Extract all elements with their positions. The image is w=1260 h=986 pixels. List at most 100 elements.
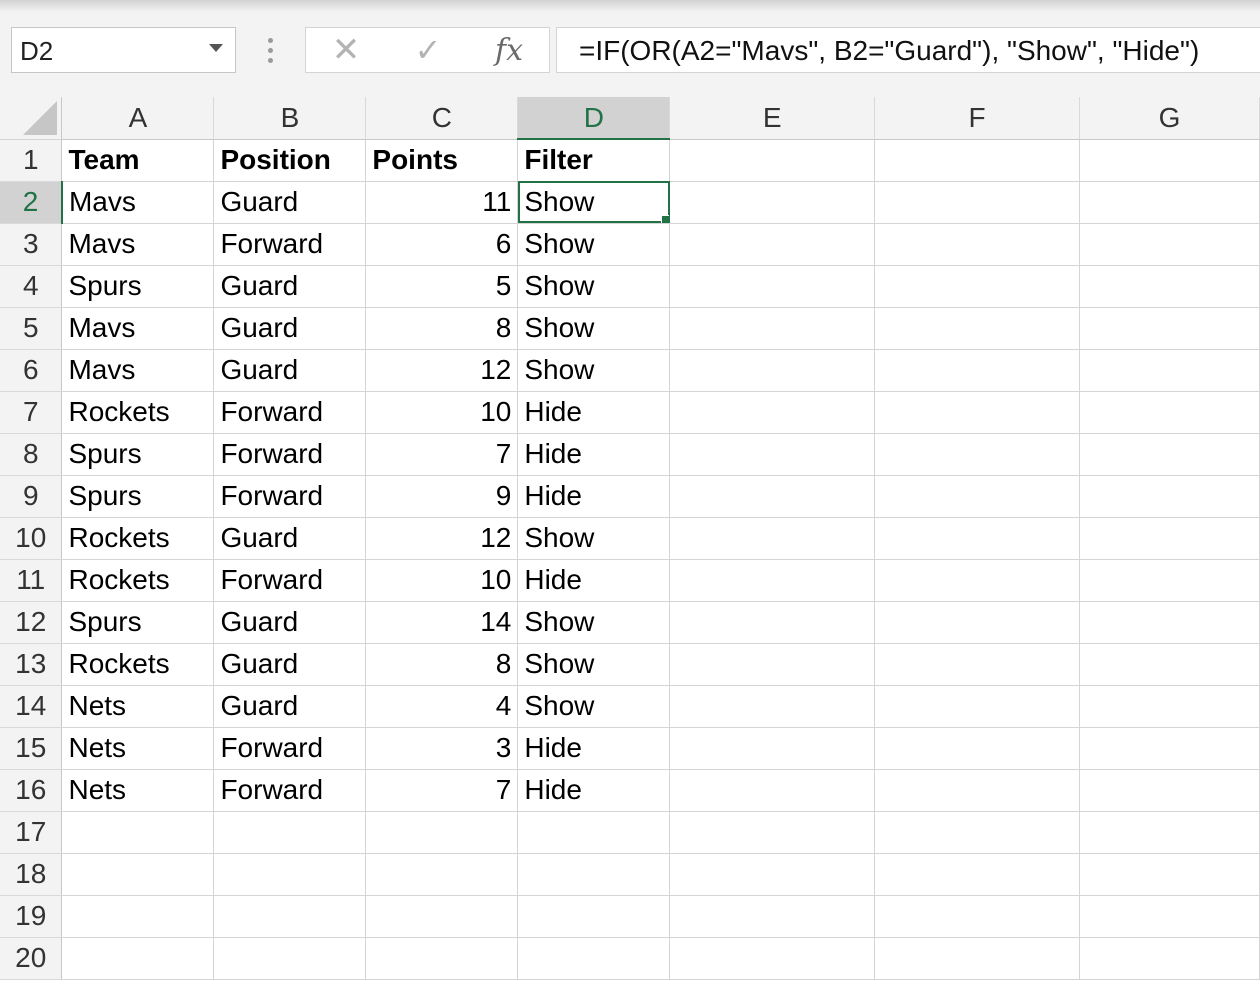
cell-b4[interactable]: Guard (213, 265, 367, 308)
cell-c11[interactable]: 10 (365, 559, 519, 602)
cell-d4[interactable]: Show (517, 265, 671, 308)
cell-g18[interactable] (1079, 853, 1260, 896)
row-header-8[interactable]: 8 (0, 433, 63, 476)
cell-e14[interactable] (669, 685, 876, 728)
cell-c5[interactable]: 8 (365, 307, 519, 350)
cell-d10[interactable]: Show (517, 517, 671, 560)
cell-e8[interactable] (669, 433, 876, 476)
row-header-17[interactable]: 17 (0, 811, 63, 854)
cell-e9[interactable] (669, 475, 876, 518)
row-header-2[interactable]: 2 (0, 181, 63, 224)
cell-b6[interactable]: Guard (213, 349, 367, 392)
cell-c12[interactable]: 14 (365, 601, 519, 644)
chevron-down-icon[interactable] (209, 44, 223, 52)
cell-e6[interactable] (669, 349, 876, 392)
row-header-19[interactable]: 19 (0, 895, 63, 938)
cell-e11[interactable] (669, 559, 876, 602)
row-header-11[interactable]: 11 (0, 559, 63, 602)
cell-d16[interactable]: Hide (517, 769, 671, 812)
cell-b9[interactable]: Forward (213, 475, 367, 518)
cell-f8[interactable] (874, 433, 1081, 476)
row-header-7[interactable]: 7 (0, 391, 63, 434)
cell-f12[interactable] (874, 601, 1081, 644)
cell-d9[interactable]: Hide (517, 475, 671, 518)
cell-a20[interactable] (61, 937, 215, 980)
cell-e12[interactable] (669, 601, 876, 644)
cell-e20[interactable] (669, 937, 876, 980)
row-header-9[interactable]: 9 (0, 475, 63, 518)
cell-f5[interactable] (874, 307, 1081, 350)
cell-e5[interactable] (669, 307, 876, 350)
column-header-b[interactable]: B (213, 97, 367, 140)
cell-d13[interactable]: Show (517, 643, 671, 686)
cell-g19[interactable] (1079, 895, 1260, 938)
cell-g6[interactable] (1079, 349, 1260, 392)
cell-d15[interactable]: Hide (517, 727, 671, 770)
cell-b12[interactable]: Guard (213, 601, 367, 644)
cell-f3[interactable] (874, 223, 1081, 266)
cell-c7[interactable]: 10 (365, 391, 519, 434)
cell-b3[interactable]: Forward (213, 223, 367, 266)
cell-d8[interactable]: Hide (517, 433, 671, 476)
cell-a10[interactable]: Rockets (61, 517, 215, 560)
cell-b18[interactable] (213, 853, 367, 896)
cancel-x-icon[interactable]: ✕ (326, 31, 366, 69)
cell-f6[interactable] (874, 349, 1081, 392)
cell-g12[interactable] (1079, 601, 1260, 644)
cell-d5[interactable]: Show (517, 307, 671, 350)
cell-e16[interactable] (669, 769, 876, 812)
row-header-12[interactable]: 12 (0, 601, 63, 644)
cell-e1[interactable] (669, 139, 876, 182)
row-header-15[interactable]: 15 (0, 727, 63, 770)
cell-a18[interactable] (61, 853, 215, 896)
row-header-3[interactable]: 3 (0, 223, 63, 266)
cell-g11[interactable] (1079, 559, 1260, 602)
cell-b20[interactable] (213, 937, 367, 980)
cell-g5[interactable] (1079, 307, 1260, 350)
cell-e4[interactable] (669, 265, 876, 308)
cell-f17[interactable] (874, 811, 1081, 854)
cell-b2[interactable]: Guard (213, 181, 367, 224)
cell-g7[interactable] (1079, 391, 1260, 434)
cell-a1[interactable]: Team (61, 139, 215, 182)
name-box[interactable]: D2 (11, 27, 236, 73)
column-header-e[interactable]: E (669, 97, 876, 140)
cell-g4[interactable] (1079, 265, 1260, 308)
row-header-6[interactable]: 6 (0, 349, 63, 392)
cell-a3[interactable]: Mavs (61, 223, 215, 266)
cell-f9[interactable] (874, 475, 1081, 518)
cell-a4[interactable]: Spurs (61, 265, 215, 308)
row-header-1[interactable]: 1 (0, 139, 63, 182)
cell-b14[interactable]: Guard (213, 685, 367, 728)
cell-f4[interactable] (874, 265, 1081, 308)
cell-f7[interactable] (874, 391, 1081, 434)
select-all-triangle-icon[interactable] (23, 100, 58, 135)
cell-b11[interactable]: Forward (213, 559, 367, 602)
cell-d6[interactable]: Show (517, 349, 671, 392)
cell-a9[interactable]: Spurs (61, 475, 215, 518)
cell-c10[interactable]: 12 (365, 517, 519, 560)
formula-bar[interactable]: =IF(OR(A2="Mavs", B2="Guard"), "Show", "… (556, 27, 1260, 73)
column-header-a[interactable]: A (61, 97, 215, 140)
cell-a14[interactable]: Nets (61, 685, 215, 728)
cell-f18[interactable] (874, 853, 1081, 896)
cell-d17[interactable] (517, 811, 671, 854)
cell-c20[interactable] (365, 937, 519, 980)
cell-a2[interactable]: Mavs (61, 181, 215, 224)
cell-e13[interactable] (669, 643, 876, 686)
cell-g13[interactable] (1079, 643, 1260, 686)
name-box-value[interactable]: D2 (20, 36, 53, 67)
cell-a15[interactable]: Nets (61, 727, 215, 770)
cell-b10[interactable]: Guard (213, 517, 367, 560)
cell-a17[interactable] (61, 811, 215, 854)
column-header-g[interactable]: G (1079, 97, 1260, 140)
cell-a11[interactable]: Rockets (61, 559, 215, 602)
cell-a8[interactable]: Spurs (61, 433, 215, 476)
cell-g8[interactable] (1079, 433, 1260, 476)
cell-g17[interactable] (1079, 811, 1260, 854)
cell-b13[interactable]: Guard (213, 643, 367, 686)
select-all-button[interactable] (0, 97, 63, 140)
cell-b5[interactable]: Guard (213, 307, 367, 350)
cell-c4[interactable]: 5 (365, 265, 519, 308)
cell-c19[interactable] (365, 895, 519, 938)
